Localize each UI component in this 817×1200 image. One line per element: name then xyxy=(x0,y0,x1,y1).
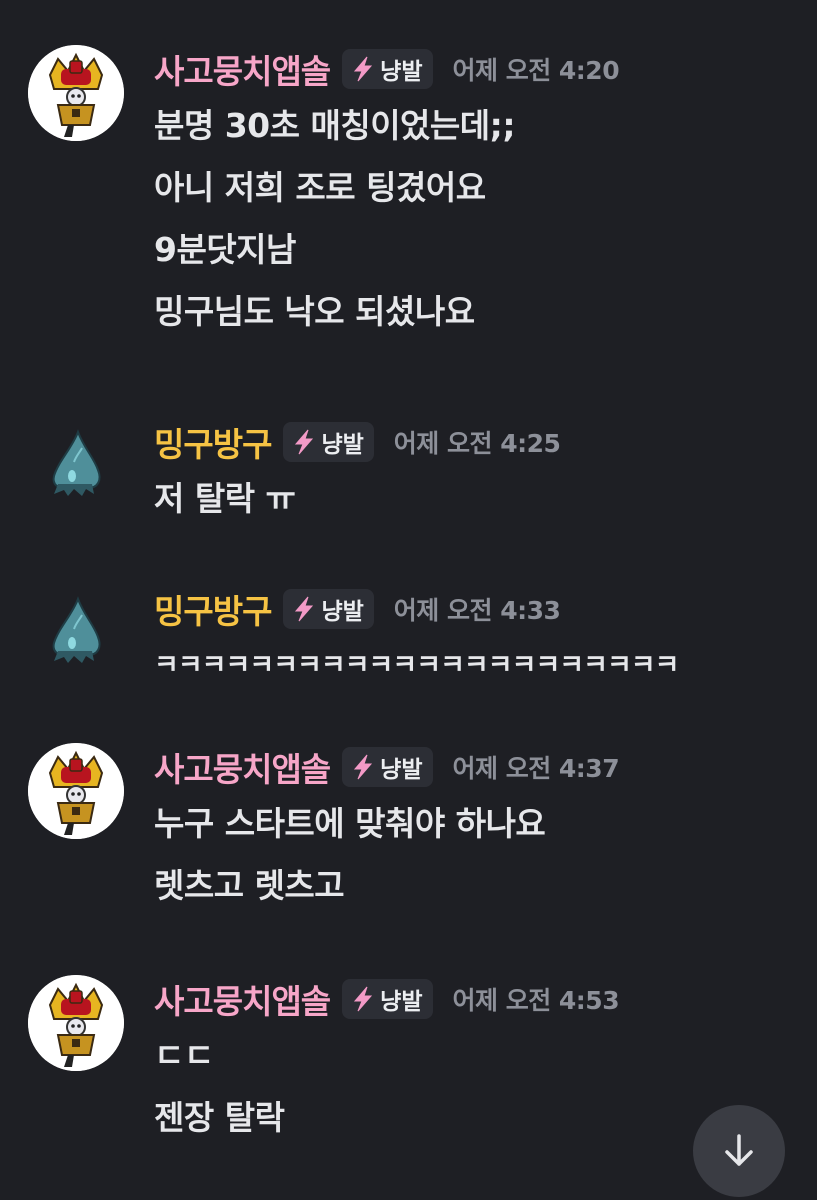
crown-chest-avatar-icon xyxy=(28,975,124,1071)
message-header: 밍구방구 냥발 어제 오전 4:25 xyxy=(154,418,561,466)
message-text[interactable]: ㅋㅋㅋㅋㅋㅋㅋㅋㅋㅋㅋㅋㅋㅋㅋㅋㅋㅋㅋㅋㅋㅋ xyxy=(154,635,679,697)
message-header: 사고뭉치앱솔 냥발 어제 오전 4:53 xyxy=(154,975,620,1023)
message-text[interactable]: ㄷㄷ xyxy=(154,1025,284,1087)
arrow-down-icon xyxy=(725,1134,753,1166)
message-text[interactable]: 렛츠고 렛츠고 xyxy=(154,855,545,917)
username[interactable]: 밍구방구 xyxy=(154,418,272,466)
avatar[interactable] xyxy=(28,585,124,681)
message-text[interactable]: 젠장 탈락 xyxy=(154,1087,285,1149)
server-tag-badge[interactable]: 냥발 xyxy=(342,979,433,1019)
message-text[interactable]: 밍구님도 낙오 되셨나요 xyxy=(154,281,515,343)
message-text[interactable]: 저 탈락 ㅠ xyxy=(154,468,296,530)
message-content: ㅋㅋㅋㅋㅋㅋㅋㅋㅋㅋㅋㅋㅋㅋㅋㅋㅋㅋㅋㅋㅋㅋ xyxy=(154,635,679,697)
message-content: 분명 30초 매칭이었는데;; 아니 저희 조로 팅겼어요 9분닷지남 밍구님도… xyxy=(154,95,516,343)
scroll-to-bottom-button[interactable] xyxy=(693,1105,785,1197)
message-content: 누구 스타트에 맞춰야 하나요 렛츠고 렛츠고 xyxy=(154,793,546,917)
timestamp: 어제 오전 4:33 xyxy=(393,596,561,625)
message-content: ㄷㄷ 젠장 탈락 xyxy=(154,1025,285,1149)
avatar[interactable] xyxy=(28,45,124,141)
avatar[interactable] xyxy=(28,743,124,839)
message-text[interactable]: 아니 저희 조로 팅겼어요 xyxy=(154,157,515,219)
lightning-bolt-icon xyxy=(295,596,314,622)
server-tag-badge[interactable]: 냥발 xyxy=(283,422,374,462)
server-tag-label: 냥발 xyxy=(380,757,423,783)
timestamp: 어제 오전 4:53 xyxy=(452,986,620,1015)
server-tag-label: 냥발 xyxy=(321,599,364,625)
username[interactable]: 사고뭉치앱솔 xyxy=(154,45,331,93)
chat-message-list[interactable]: 사고뭉치앱솔 냥발 어제 오전 4:20 분명 30초 매칭이었는데;; 아니 … xyxy=(0,0,817,1200)
message-text[interactable]: 9분닷지남 xyxy=(154,219,515,281)
lightning-bolt-icon xyxy=(354,986,373,1012)
username[interactable]: 밍구방구 xyxy=(154,585,272,633)
message-text[interactable]: 분명 30초 매칭이었는데;; xyxy=(154,95,516,157)
username[interactable]: 사고뭉치앱솔 xyxy=(154,743,331,791)
server-tag-label: 냥발 xyxy=(380,59,423,85)
message-header: 사고뭉치앱솔 냥발 어제 오전 4:37 xyxy=(154,743,620,791)
timestamp: 어제 오전 4:20 xyxy=(452,56,620,85)
message-text[interactable]: 누구 스타트에 맞춰야 하나요 xyxy=(154,793,546,855)
message-header: 밍구방구 냥발 어제 오전 4:33 xyxy=(154,585,561,633)
username[interactable]: 사고뭉치앱솔 xyxy=(154,975,331,1023)
timestamp: 어제 오전 4:25 xyxy=(393,429,561,458)
message-header: 사고뭉치앱솔 냥발 어제 오전 4:20 xyxy=(154,45,620,93)
server-tag-label: 냥발 xyxy=(321,432,364,458)
crown-chest-avatar-icon xyxy=(28,743,124,839)
server-tag-badge[interactable]: 냥발 xyxy=(342,747,433,787)
message-content: 저 탈락 ㅠ xyxy=(154,468,296,530)
avatar[interactable] xyxy=(28,975,124,1071)
ghost-creature-avatar-icon xyxy=(52,596,101,663)
lightning-bolt-icon xyxy=(354,754,373,780)
lightning-bolt-icon xyxy=(354,56,373,82)
crown-chest-avatar-icon xyxy=(28,45,124,141)
avatar[interactable] xyxy=(28,418,124,514)
server-tag-badge[interactable]: 냥발 xyxy=(283,589,374,629)
timestamp: 어제 오전 4:37 xyxy=(452,754,620,783)
server-tag-label: 냥발 xyxy=(380,989,423,1015)
ghost-creature-avatar-icon xyxy=(52,429,101,496)
server-tag-badge[interactable]: 냥발 xyxy=(342,49,433,89)
lightning-bolt-icon xyxy=(295,429,314,455)
